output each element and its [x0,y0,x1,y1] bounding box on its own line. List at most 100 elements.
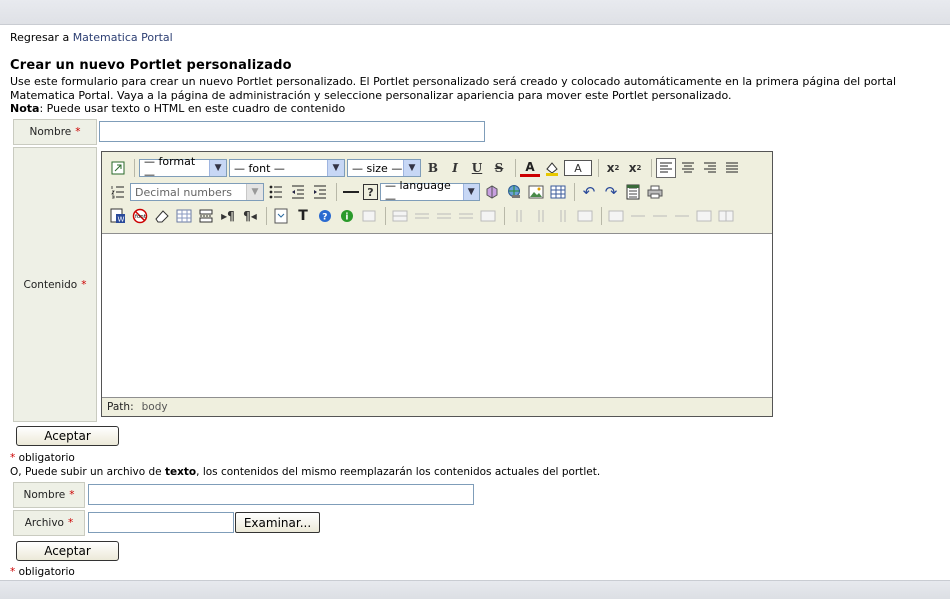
fullscreen-icon[interactable] [108,158,128,178]
insert-column-after-icon [553,206,573,226]
language-select[interactable]: — language — ▼ [380,179,480,205]
split-row-icon [478,206,498,226]
html-source-icon[interactable] [623,182,643,202]
link-icon[interactable] [504,182,524,202]
undo-icon[interactable]: ↶ [579,182,599,202]
split-cells-icon [716,206,736,226]
format-select-value: — format — [144,155,196,181]
upload-name-label-cell: Nombre * [13,482,85,508]
list-style-select[interactable]: Decimal numbers ▼ [130,183,264,201]
toolbar-row-1: — format — ▼ — font — ▼ — size — ▼ B I U S … [108,155,744,181]
size-select[interactable]: — size — ▼ [347,159,421,177]
upload-description: O, Puede subir un archivo de texto, los … [10,466,600,478]
submit-upload-button[interactable]: Aceptar [16,541,119,561]
toolbar-separator [504,207,505,225]
info-icon[interactable]: i [337,206,357,226]
svg-text:W: W [118,216,125,224]
row-properties-icon [390,206,410,226]
required-marker: * [10,452,16,464]
file-label-cell: Archivo * [13,510,85,536]
svg-text:?: ? [322,213,327,223]
cell-properties-icon[interactable] [359,206,379,226]
indent-icon[interactable] [310,182,330,202]
rtl-icon[interactable]: ¶◂ [240,206,260,226]
toolbar-separator [574,183,575,201]
font-select[interactable]: — font — ▼ [229,159,345,177]
required-marker: * [10,566,16,578]
align-left-icon[interactable] [656,158,676,178]
required-legend: * obligatorio [10,452,75,464]
subscript-icon[interactable]: x2 [603,158,623,178]
align-justify-icon[interactable] [722,158,742,178]
paste-word-icon[interactable]: W [108,206,128,226]
column-properties-icon [509,206,529,226]
upload-name-input[interactable] [88,484,474,505]
underline-icon[interactable]: U [467,158,487,178]
merge-cells-icon [694,206,714,226]
submit-content-button[interactable]: Aceptar [16,426,119,446]
svg-text:font: font [135,214,147,220]
file-path-input[interactable] [88,512,234,533]
background-color-icon[interactable] [542,158,562,178]
chevron-down-icon: ▼ [327,160,344,176]
portlet-name-input[interactable] [99,121,485,142]
toolbar-separator [266,207,267,225]
text-color-icon[interactable]: A [520,159,540,177]
font-effects-icon[interactable]: T [293,206,313,226]
file-label: Archivo [24,517,64,529]
required-marker: * [81,278,87,291]
page-title: Crear un nuevo Portlet personalizado [10,58,292,73]
content-editing-area[interactable] [102,234,772,397]
anchor-icon[interactable] [482,182,502,202]
help-icon[interactable]: ? [363,184,378,200]
remove-font-icon[interactable]: font [130,206,150,226]
upload-name-label: Nombre [23,489,66,501]
ordered-list-icon[interactable] [108,182,128,202]
format-select[interactable]: — format — ▼ [139,155,227,181]
browse-button[interactable]: Examinar... [235,512,320,533]
superscript-icon[interactable]: x2 [625,158,645,178]
delete-cell-icon [672,206,692,226]
insert-row-after-icon [434,206,454,226]
required-marker: * [75,126,81,138]
outdent-icon[interactable] [288,182,308,202]
upload-desc-bold: texto [164,466,197,478]
bold-icon[interactable]: B [423,158,443,178]
toolbar-separator [601,207,602,225]
align-center-icon[interactable] [678,158,698,178]
align-right-icon[interactable] [700,158,720,178]
insert-column-before-icon [531,206,551,226]
table-grid-icon[interactable] [174,206,194,226]
eraser-icon[interactable] [152,206,172,226]
page-break-icon[interactable] [196,206,216,226]
strikethrough-icon[interactable]: S [489,158,509,178]
redo-icon[interactable]: ↷ [601,182,621,202]
ltr-icon[interactable]: ▸¶ [218,206,238,226]
font-select-value: — font — [234,161,285,175]
form-description: Use este formulario para crear un nuevo … [10,75,897,102]
language-select-value: — language — [385,179,451,205]
content-label: Contenido [23,278,78,291]
toolbar-separator [598,159,599,177]
toolbar-separator [134,159,135,177]
svg-text:i: i [345,213,348,223]
horizontal-rule-icon[interactable] [341,182,361,202]
about-icon[interactable]: ? [315,206,335,226]
breadcrumb: Regresar a Matematica Portal [10,31,173,44]
text-color-swatch[interactable]: A [564,160,592,176]
table-icon[interactable] [548,182,568,202]
cell-props-icon [606,206,626,226]
portal-link[interactable]: Matematica Portal [73,31,173,44]
insert-cell-before-icon [628,206,648,226]
print-icon[interactable] [645,182,665,202]
document-properties-icon[interactable] [271,206,291,226]
italic-icon[interactable]: I [445,158,465,178]
toolbar-row-2: Decimal numbers ▼ ? — language — ▼ ↶ ↷ [108,179,667,205]
delete-column-icon [575,206,595,226]
image-icon[interactable] [526,182,546,202]
path-value[interactable]: body [142,401,168,413]
toolbar-row-3: W font ▸¶ ¶◂ T ? i [108,205,738,227]
content-note: Nota: Puede usar texto o HTML en este cu… [10,102,345,115]
bullet-list-icon[interactable] [266,182,286,202]
size-select-value: — size — [352,161,403,175]
